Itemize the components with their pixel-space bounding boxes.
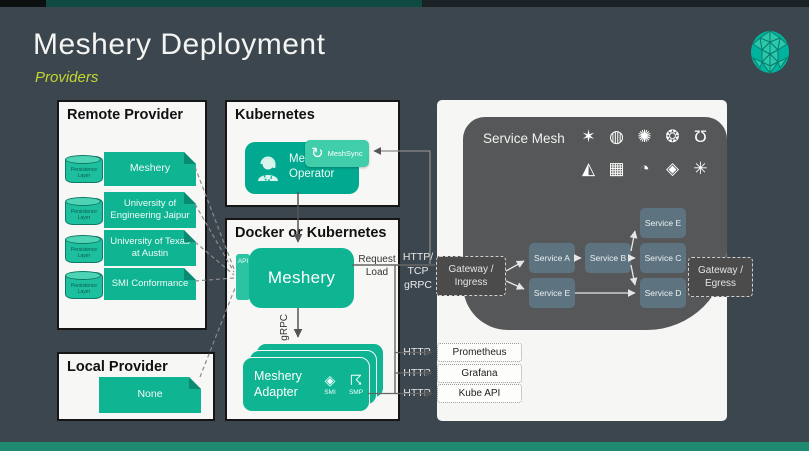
- service-mesh-logo-icon: Ʊ: [687, 123, 714, 150]
- fold-corner: [184, 152, 196, 164]
- service-mesh-logo-icon: ◈: [659, 155, 686, 182]
- slide-canvas: Meshery Deployment Providers Remote Prov…: [0, 0, 809, 451]
- protocol-line: TCP: [399, 264, 437, 278]
- remote-item-meshery: Meshery: [104, 152, 196, 186]
- http-label-kube-api: HTTP: [400, 387, 434, 399]
- bottom-accent-bar: [0, 442, 809, 451]
- top-strip-left: [0, 0, 46, 7]
- fold-corner: [184, 230, 196, 242]
- meshsync-tab: ↻ MeshSync: [305, 140, 369, 167]
- top-strip-teal: [46, 0, 422, 7]
- persistence-db-label: Persistence Layer: [66, 283, 102, 295]
- service-mesh-logo-icon: ✺: [631, 123, 658, 150]
- smi-glyph: ◈: [325, 373, 336, 388]
- adapter-label: Meshery Adapter: [243, 369, 317, 400]
- service-mesh-logo-icon: ◭: [575, 155, 602, 182]
- meshery-logo-icon: [750, 30, 790, 74]
- local-item-none: None: [99, 377, 201, 413]
- persistence-db-icon: Persistence Layer: [65, 198, 103, 225]
- service-mesh-logo-icon: ◔: [631, 155, 658, 182]
- smp-glyph: ☈: [350, 373, 363, 388]
- kubernetes-title: Kubernetes: [235, 107, 315, 123]
- persistence-db-icon: Persistence Layer: [65, 272, 103, 299]
- grafana-box: Grafana: [437, 364, 522, 383]
- persistence-db-icon: Persistence Layer: [65, 156, 103, 183]
- smi-icon: ◈ SMI: [317, 373, 343, 396]
- service-node-b: Service B: [585, 243, 631, 273]
- persistence-db-label: Persistence Layer: [66, 167, 102, 179]
- meshsync-icon: ↻: [311, 146, 324, 161]
- meshery-core-label: Meshery: [268, 268, 335, 288]
- meshery-adapter-box: Meshery Adapter ◈ SMI ☈ SMP: [242, 357, 370, 412]
- kubernetes-panel: Kubernetes Meshery Operator ↻ MeshSync: [225, 100, 400, 207]
- remote-item-label: University of Texas at Austin: [104, 236, 196, 260]
- service-node-a: Service A: [529, 243, 575, 273]
- meshsync-label: MeshSync: [328, 149, 363, 158]
- kube-api-box: Kube API: [437, 384, 522, 403]
- smp-icon: ☈ SMP: [343, 373, 369, 396]
- remote-provider-panel: Remote Provider Persistence Layer Mesher…: [57, 100, 207, 330]
- persistence-db-icon: Persistence Layer: [65, 236, 103, 263]
- remote-item-label: University of Engineering Jaipur: [104, 198, 196, 222]
- protocol-line: gRPC: [399, 278, 437, 292]
- gateway-ingress-box: Gateway / Ingress: [436, 256, 506, 296]
- persistence-db-label: Persistence Layer: [66, 247, 102, 259]
- service-mesh-logo-icon: ✶: [575, 123, 602, 150]
- docker-kubernetes-title: Docker or Kubernetes: [235, 225, 387, 241]
- remote-provider-title: Remote Provider: [67, 107, 183, 123]
- local-item-label: None: [134, 388, 165, 401]
- top-strip-right: [422, 0, 809, 7]
- grpc-label: gRPC: [279, 314, 290, 341]
- local-provider-panel: Local Provider None: [57, 352, 215, 421]
- fold-corner: [189, 377, 201, 389]
- prometheus-box: Prometheus: [437, 343, 522, 362]
- request-load-label: Request Load: [354, 253, 400, 279]
- page-title: Meshery Deployment: [33, 28, 325, 62]
- page-subtitle: Providers: [35, 69, 98, 86]
- service-node-e-left: Service E: [529, 278, 575, 308]
- persistence-db-label: Persistence Layer: [66, 209, 102, 221]
- protocol-line: HTTP/: [399, 250, 437, 264]
- protocol-stack-label: HTTP/ TCP gRPC: [399, 250, 437, 293]
- service-mesh-title: Service Mesh: [483, 131, 565, 146]
- local-provider-title: Local Provider: [67, 359, 168, 375]
- gateway-egress-box: Gateway / Egress: [688, 257, 753, 297]
- http-label-grafana: HTTP: [400, 367, 434, 379]
- meshery-core-box: Meshery: [249, 248, 354, 308]
- smp-label: SMP: [349, 389, 363, 396]
- remote-item-label: Meshery: [127, 162, 173, 175]
- remote-item-jaipur: University of Engineering Jaipur: [104, 192, 196, 228]
- service-mesh-logo-icon: ✳: [687, 155, 714, 182]
- service-node-c: Service C: [640, 243, 686, 273]
- service-node-e-top: Service E: [640, 208, 686, 238]
- fold-corner: [184, 192, 196, 204]
- api-tab: API: [236, 254, 250, 300]
- service-node-d: Service D: [640, 278, 686, 308]
- remote-item-smi: SMI Conformance: [104, 268, 196, 300]
- remote-item-label: SMI Conformance: [109, 278, 192, 290]
- smi-label: SMI: [324, 389, 336, 396]
- fold-corner: [184, 268, 196, 280]
- service-mesh-panel: Service Mesh ✶ ◍ ✺ ❂ Ʊ ◭ ▦ ◔ ◈ ✳ Service…: [463, 117, 727, 330]
- service-mesh-logo-icon: ◍: [603, 123, 630, 150]
- docker-kubernetes-panel: Docker or Kubernetes API Meshery Request…: [225, 218, 400, 421]
- service-mesh-logo-icon: ▦: [603, 155, 630, 182]
- operator-icon: [253, 155, 283, 183]
- http-label-prometheus: HTTP: [400, 346, 434, 358]
- remote-item-austin: University of Texas at Austin: [104, 230, 196, 266]
- service-mesh-logo-icon: ❂: [659, 123, 686, 150]
